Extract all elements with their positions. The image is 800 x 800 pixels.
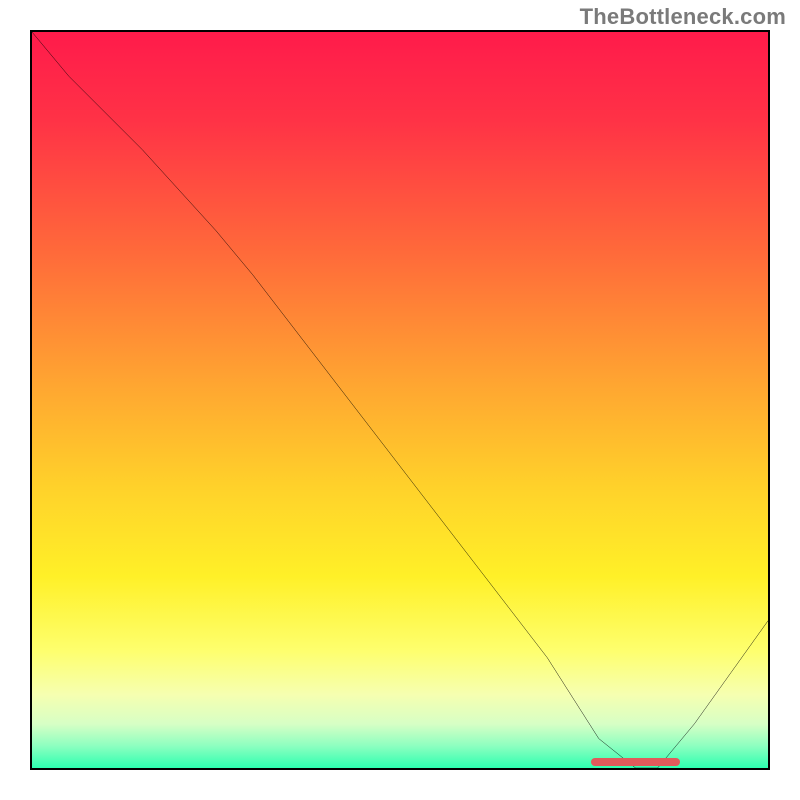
watermark-text: TheBottleneck.com [580,4,786,30]
chart-container: TheBottleneck.com [0,0,800,800]
bottleneck-curve [32,32,768,768]
optimal-range-bar [591,758,679,766]
plot-area [30,30,770,770]
